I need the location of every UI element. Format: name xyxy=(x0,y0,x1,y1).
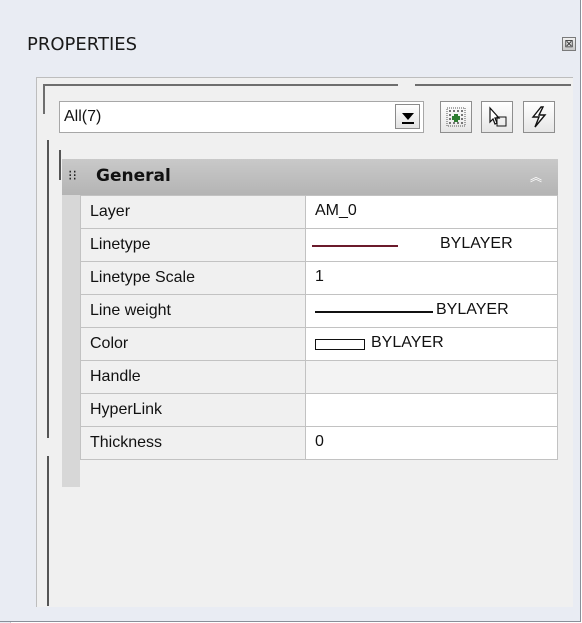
linetype-value[interactable]: BYLAYER xyxy=(305,228,558,262)
linetype-scale-value-text: 1 xyxy=(315,268,324,285)
property-row-thickness: Thickness 0 xyxy=(80,426,558,460)
linetype-scale-value[interactable]: 1 xyxy=(305,261,558,295)
thickness-value-text: 0 xyxy=(315,433,324,450)
section-title: General xyxy=(96,166,171,186)
properties-grid: Layer AM_0 Linetype BYLAYER Linetype Sca… xyxy=(80,195,558,460)
linetype-value-text: BYLAYER xyxy=(440,235,513,252)
properties-gutter xyxy=(62,195,80,487)
layer-value-text: AM_0 xyxy=(315,202,357,219)
scroll-track-upper xyxy=(47,140,49,438)
property-label: Linetype Scale xyxy=(80,261,306,295)
property-label: Layer xyxy=(80,195,306,229)
scroll-track-lower xyxy=(47,456,49,606)
pickadd-grid-icon xyxy=(446,107,466,127)
property-row-linetype-scale: Linetype Scale 1 xyxy=(80,261,558,295)
linetype-swatch xyxy=(312,245,398,247)
quick-select-button[interactable] xyxy=(523,101,555,133)
property-row-handle: Handle xyxy=(80,360,558,394)
property-row-hyperlink: HyperLink xyxy=(80,393,558,427)
dropdown-arrow-icon[interactable] xyxy=(395,104,420,129)
handle-value xyxy=(305,360,558,394)
toolbar-top-rule xyxy=(415,84,571,86)
close-button[interactable]: ⊠ xyxy=(562,37,576,51)
object-type-value: All(7) xyxy=(64,108,102,125)
select-objects-button[interactable] xyxy=(481,101,513,133)
line-weight-value[interactable]: BYLAYER xyxy=(305,294,558,328)
panel-top-rule xyxy=(43,84,398,86)
property-row-linetype: Linetype BYLAYER xyxy=(80,228,558,262)
object-type-select[interactable]: All(7) xyxy=(59,101,424,133)
property-label: Linetype xyxy=(80,228,306,262)
hyperlink-value[interactable] xyxy=(305,393,558,427)
general-section-header[interactable]: ⁝⁝ General ︽ xyxy=(62,159,558,195)
property-label: Thickness xyxy=(80,426,306,460)
property-label: Handle xyxy=(80,360,306,394)
thickness-value[interactable]: 0 xyxy=(305,426,558,460)
property-row-line-weight: Line weight BYLAYER xyxy=(80,294,558,328)
property-row-color: Color BYLAYER xyxy=(80,327,558,361)
line-weight-value-text: BYLAYER xyxy=(436,301,509,318)
color-value[interactable]: BYLAYER xyxy=(305,327,558,361)
property-row-layer: Layer AM_0 xyxy=(80,195,558,229)
select-cursor-icon xyxy=(489,106,507,127)
grip-icon: ⁝⁝ xyxy=(68,168,77,184)
toggle-pickadd-button[interactable] xyxy=(440,101,472,133)
panel-left-rule xyxy=(43,84,45,114)
line-weight-swatch xyxy=(315,311,433,313)
quick-select-lightning-icon xyxy=(531,106,547,128)
palette-title: PROPERTIES xyxy=(27,34,138,55)
property-label: HyperLink xyxy=(80,393,306,427)
section-bracket xyxy=(59,150,61,180)
layer-value[interactable]: AM_0 xyxy=(305,195,558,229)
collapse-icon[interactable]: ︽ xyxy=(530,168,542,185)
color-swatch xyxy=(315,339,365,350)
color-value-text: BYLAYER xyxy=(371,334,444,351)
property-label: Line weight xyxy=(80,294,306,328)
property-label: Color xyxy=(80,327,306,361)
